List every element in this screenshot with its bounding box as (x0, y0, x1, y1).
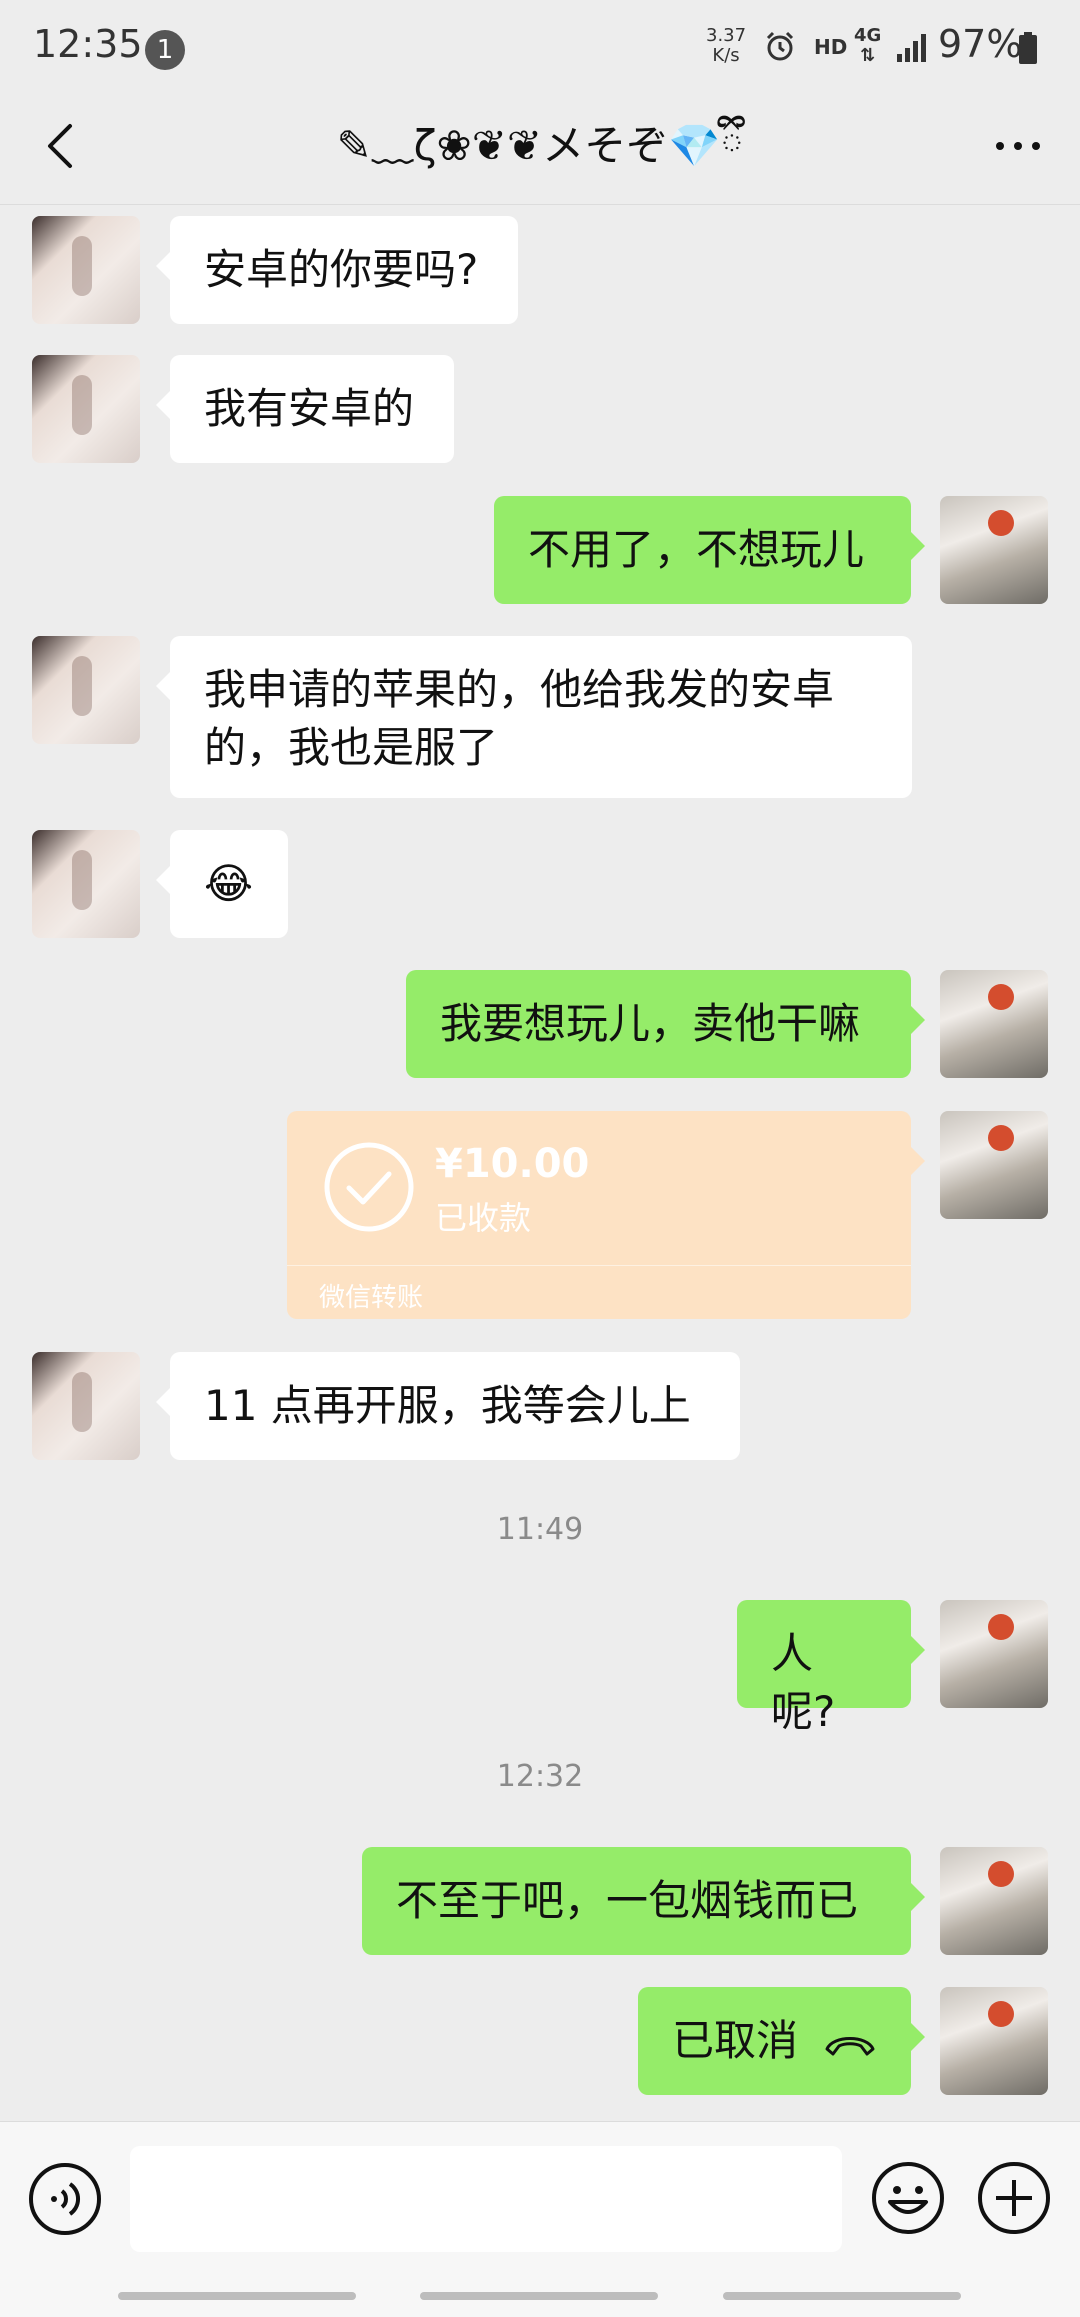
nav-indicator (118, 2292, 356, 2300)
input-bar (0, 2121, 1080, 2317)
transfer-status: 已收款 (435, 1199, 532, 1237)
chat-title: ✎﹏ζ❀❦❦メそぞ💎ྀི (336, 121, 744, 170)
add-more-icon[interactable] (976, 2160, 1052, 2236)
cancelled-call-bubble[interactable]: 已取消 (638, 1987, 925, 2095)
battery-percent: 97% (938, 22, 1023, 66)
message-bubble-outgoing[interactable]: 我要想玩儿，卖他干嘛 (406, 970, 925, 1078)
hd-indicator: HD (814, 35, 848, 59)
transfer-label: 微信转账 (319, 1283, 424, 1313)
back-arrow-icon[interactable] (30, 114, 94, 178)
data-arrows-icon: ⇅ (860, 45, 876, 66)
timestamp: 12:32 (496, 1759, 584, 1794)
message-bubble-incoming[interactable]: 安卓的你要吗? (156, 216, 518, 324)
transfer-divider (287, 1265, 911, 1266)
check-circle-icon (324, 1142, 414, 1232)
call-status-text: 已取消 (672, 2016, 799, 2065)
my-avatar[interactable] (940, 1111, 1048, 1219)
my-avatar[interactable] (940, 1987, 1048, 2095)
friend-avatar[interactable] (32, 636, 140, 744)
friend-avatar[interactable] (32, 1352, 140, 1460)
net-speed: 3.37 K/s (706, 25, 747, 66)
signal-icon (897, 34, 926, 62)
emoji-icon[interactable] (870, 2160, 946, 2236)
message-bubble-incoming[interactable]: 11 点再开服，我等会儿上 (156, 1352, 740, 1460)
my-avatar[interactable] (940, 1600, 1048, 1708)
friend-avatar[interactable] (32, 216, 140, 324)
friend-avatar[interactable] (32, 355, 140, 463)
nav-indicator (723, 2292, 961, 2300)
message-bubble-outgoing[interactable]: 不至于吧，一包烟钱而已 (362, 1847, 925, 1955)
notification-badge: 1 (145, 30, 185, 70)
transfer-amount: ¥10.00 (435, 1141, 590, 1187)
battery-icon (1019, 32, 1037, 64)
voice-input-icon[interactable] (28, 2162, 102, 2236)
message-bubble-outgoing[interactable]: 不用了，不想玩儿 (494, 496, 925, 604)
more-options-icon[interactable] (986, 114, 1050, 178)
message-bubble-incoming[interactable]: 😂 (156, 830, 288, 938)
transfer-card[interactable]: ¥10.00 已收款 微信转账 (287, 1111, 925, 1319)
message-bubble-incoming[interactable]: 我申请的苹果的，他给我发的安卓的，我也是服了 (156, 636, 912, 798)
nav-indicator (420, 2292, 658, 2300)
message-input[interactable] (130, 2146, 842, 2252)
message-bubble-incoming[interactable]: 我有安卓的 (156, 355, 454, 463)
my-avatar[interactable] (940, 496, 1048, 604)
my-avatar[interactable] (940, 1847, 1048, 1955)
chat-header: ✎﹏ζ❀❦❦メそぞ💎ྀི (0, 92, 1080, 205)
message-bubble-outgoing[interactable]: 人呢? (737, 1600, 925, 1736)
status-bar: 12:35 1 3.37 K/s HD 4G ⇅ 97% (0, 0, 1080, 92)
my-avatar[interactable] (940, 970, 1048, 1078)
phone-hangup-icon (825, 2037, 875, 2056)
friend-avatar[interactable] (32, 830, 140, 938)
timestamp: 11:49 (496, 1512, 584, 1547)
network-indicator: 4G ⇅ (854, 25, 882, 66)
alarm-icon (766, 31, 794, 61)
status-time: 12:35 (33, 22, 143, 66)
